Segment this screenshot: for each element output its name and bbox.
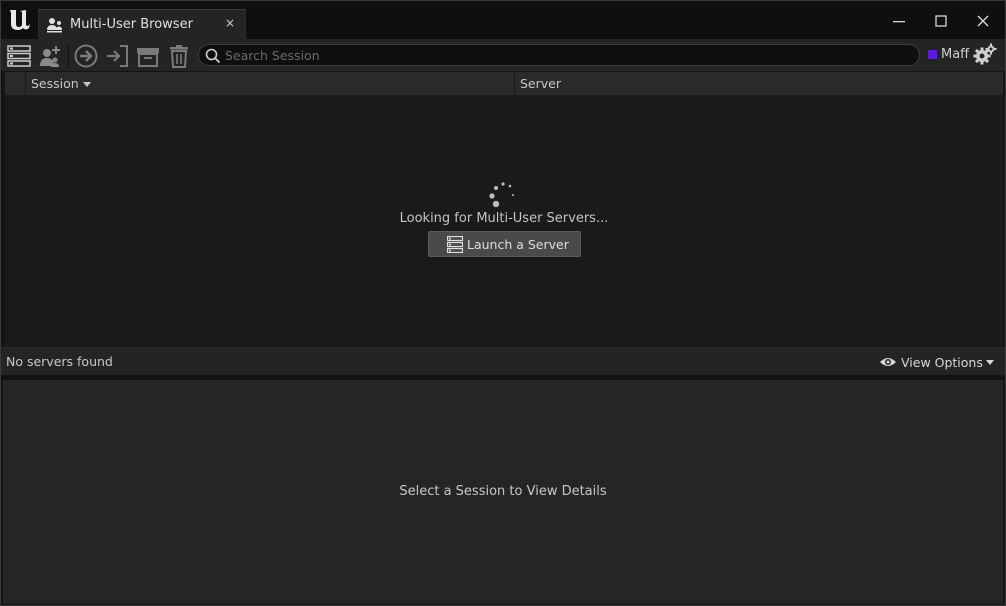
tab-close-icon[interactable]: × <box>225 16 235 30</box>
eye-icon <box>880 358 896 366</box>
add-user-icon <box>40 46 60 67</box>
launch-server-label: Launch a Server <box>467 237 569 252</box>
user-color-swatch <box>928 50 937 59</box>
server-list-icon <box>7 45 31 67</box>
column-header-server[interactable]: Server <box>516 72 1003 96</box>
view-options-label: View Options <box>901 354 983 370</box>
session-details-panel: Select a Session to View Details <box>3 380 1003 604</box>
toolbar-separator <box>68 45 69 67</box>
toolbar: Maff <box>1 39 1005 71</box>
delete-icon <box>170 45 188 68</box>
delete-button[interactable] <box>166 43 192 69</box>
search-input[interactable] <box>225 45 905 65</box>
search-box[interactable] <box>198 44 920 66</box>
maximize-icon <box>935 15 947 27</box>
server-count-status: No servers found <box>6 354 113 369</box>
tab-label: Multi-User Browser <box>70 17 193 32</box>
column-header-blank <box>5 72 26 96</box>
status-bar: No servers found View Options <box>1 347 1005 375</box>
session-table-header: Session Server <box>5 72 1003 96</box>
unreal-logo-icon <box>10 10 30 30</box>
column-header-session[interactable]: Session <box>27 72 515 96</box>
title-bar: Multi-User Browser × <box>1 1 1005 39</box>
close-icon <box>977 15 989 27</box>
multi-user-icon <box>47 18 62 33</box>
close-window-button[interactable] <box>972 10 994 32</box>
server-icon <box>447 236 463 253</box>
server-list-button[interactable] <box>6 43 32 69</box>
multi-user-browser-window: Multi-User Browser × Search Session Maff… <box>0 0 1006 606</box>
minimize-icon <box>893 21 905 23</box>
join-session-icon <box>74 44 98 68</box>
join-session-button[interactable] <box>73 43 99 69</box>
gear-icon[interactable] <box>973 43 997 67</box>
archive-icon <box>137 48 159 67</box>
loading-status-text: Looking for Multi-User Servers... <box>399 211 609 226</box>
tab-multi-user-browser[interactable]: Multi-User Browser × <box>38 9 246 39</box>
launch-server-button[interactable]: Launch a Server <box>428 231 581 257</box>
details-placeholder: Select a Session to View Details <box>399 484 607 499</box>
column-header-label: Session <box>31 76 79 91</box>
minimize-button[interactable] <box>888 10 910 32</box>
maximize-button[interactable] <box>930 10 952 32</box>
session-list: Looking for Multi-User Servers... Launch… <box>5 96 1003 346</box>
current-user: Maff <box>928 47 969 62</box>
archive-button[interactable] <box>135 43 161 69</box>
column-header-label: Server <box>520 76 561 91</box>
chevron-down-icon <box>985 359 994 365</box>
enter-session-button[interactable] <box>104 43 130 69</box>
view-options-button[interactable]: View Options <box>879 353 994 371</box>
loading-spinner-icon <box>489 182 514 208</box>
user-name: Maff <box>941 47 970 62</box>
sort-descending-icon <box>83 82 91 87</box>
enter-session-icon <box>107 45 128 67</box>
add-user-button[interactable] <box>37 43 63 69</box>
search-icon <box>205 48 221 64</box>
